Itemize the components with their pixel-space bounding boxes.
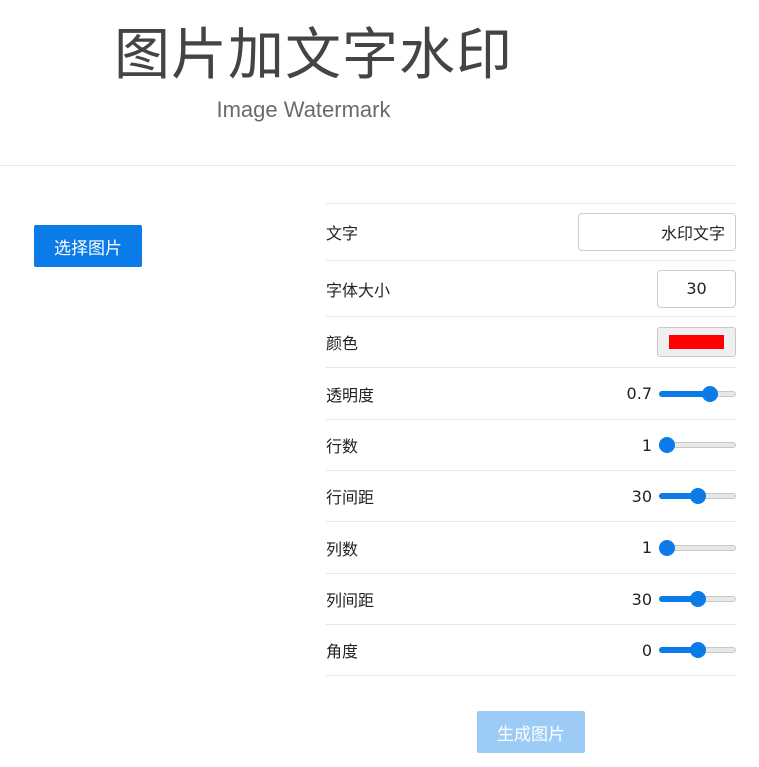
col-spacing-label: 列间距 bbox=[326, 591, 375, 610]
slider-thumb[interactable] bbox=[659, 437, 675, 453]
row-spacing-value: 30 bbox=[631, 486, 652, 506]
setting-row-cols: 列数 1 bbox=[326, 522, 736, 574]
cols-value: 1 bbox=[641, 538, 652, 557]
setting-row-row-spacing: 行间距 30 bbox=[326, 471, 736, 522]
row-spacing-label: 行间距 bbox=[326, 488, 375, 507]
slider-thumb[interactable] bbox=[689, 488, 706, 504]
page: 图片加文字水印 Image Watermark 选择图片 文字 字体大小 颜色 bbox=[0, 0, 759, 767]
cols-slider[interactable] bbox=[659, 539, 736, 556]
angle-value: 0 bbox=[641, 640, 652, 660]
color-picker[interactable] bbox=[657, 327, 736, 357]
font-size-label: 字体大小 bbox=[326, 280, 391, 300]
col-spacing-slider[interactable] bbox=[659, 591, 736, 607]
rows-value: 1 bbox=[641, 435, 652, 455]
setting-row-text: 文字 bbox=[326, 204, 736, 261]
page-title: 图片加文字水印 bbox=[114, 23, 513, 88]
setting-row-rows: 行数 1 bbox=[326, 420, 736, 471]
header-divider bbox=[0, 165, 736, 166]
color-label: 颜色 bbox=[326, 334, 359, 353]
setting-row-col-spacing: 列间距 30 bbox=[326, 574, 736, 625]
angle-slider[interactable] bbox=[659, 642, 736, 658]
page-subtitle: Image Watermark bbox=[216, 97, 391, 122]
slider-thumb[interactable] bbox=[701, 385, 718, 402]
select-image-button[interactable]: 选择图片 bbox=[34, 225, 142, 267]
angle-label: 角度 bbox=[326, 642, 359, 661]
setting-row-angle: 角度 0 bbox=[326, 625, 736, 676]
watermark-text-input[interactable] bbox=[578, 213, 736, 251]
slider-thumb[interactable] bbox=[689, 591, 706, 607]
color-swatch bbox=[669, 335, 724, 349]
cols-label: 列数 bbox=[326, 539, 359, 559]
col-spacing-value: 30 bbox=[631, 589, 652, 609]
setting-row-color: 颜色 bbox=[326, 317, 736, 368]
setting-row-font-size: 字体大小 bbox=[326, 261, 736, 317]
font-size-input[interactable] bbox=[657, 269, 736, 308]
opacity-slider[interactable] bbox=[659, 385, 736, 402]
text-label: 文字 bbox=[326, 224, 359, 243]
generate-image-button[interactable]: 生成图片 bbox=[477, 711, 585, 753]
rows-label: 行数 bbox=[326, 437, 359, 456]
settings-panel: 文字 字体大小 颜色 透明度 0.7 bbox=[326, 203, 736, 676]
slider-thumb[interactable] bbox=[659, 539, 675, 556]
opacity-value: 0.7 bbox=[626, 384, 652, 403]
opacity-label: 透明度 bbox=[326, 385, 375, 405]
row-spacing-slider[interactable] bbox=[659, 488, 736, 504]
rows-slider[interactable] bbox=[659, 437, 736, 453]
slider-thumb[interactable] bbox=[689, 642, 706, 658]
setting-row-opacity: 透明度 0.7 bbox=[326, 368, 736, 420]
